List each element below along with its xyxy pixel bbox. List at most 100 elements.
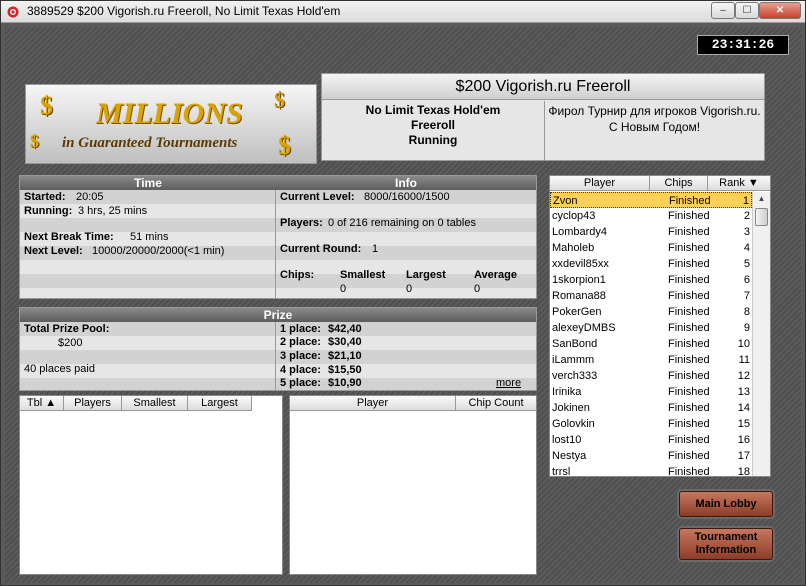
player-status: Finished bbox=[668, 274, 710, 286]
close-button[interactable]: ✕ bbox=[759, 2, 801, 19]
tournament-type: Freeroll bbox=[410, 118, 455, 132]
player-rank: 4 bbox=[743, 242, 750, 254]
chips-largest-value: 0 bbox=[406, 283, 413, 295]
players-value: 0 of 216 remaining on 0 tables bbox=[328, 217, 476, 229]
dollar-sign-icon: $ bbox=[30, 131, 39, 151]
banner-subtitle: in Guaranteed Tournaments bbox=[62, 135, 238, 151]
player-rank: 14 bbox=[737, 402, 750, 414]
player-row[interactable]: lost10 Finished 16 bbox=[550, 432, 752, 448]
col-chip-count[interactable]: Chip Count bbox=[456, 396, 536, 411]
player-row[interactable]: alexeyDMBS Finished 9 bbox=[550, 320, 752, 336]
player-row[interactable]: cyclop43 Finished 2 bbox=[550, 208, 752, 224]
player-row[interactable]: Golovkin Finished 15 bbox=[550, 416, 752, 432]
player-row[interactable]: PokerGen Finished 8 bbox=[550, 304, 752, 320]
prize-place-3-value: $21,10 bbox=[328, 350, 362, 362]
next-level-label: Next Level: bbox=[24, 245, 83, 257]
player-row[interactable]: xxdevil85xx Finished 5 bbox=[550, 256, 752, 272]
player-list-scrollbar[interactable]: ▲ bbox=[752, 192, 770, 476]
player-status: Finished bbox=[668, 226, 710, 238]
player-rank: 9 bbox=[743, 322, 750, 334]
current-level-value: 8000/16000/1500 bbox=[364, 191, 450, 203]
main-lobby-button[interactable]: Main Lobby bbox=[679, 491, 773, 517]
more-prizes-link[interactable]: more bbox=[496, 376, 521, 390]
time-header: Time bbox=[20, 176, 276, 190]
player-rank: 2 bbox=[743, 210, 750, 222]
player-row[interactable]: Nestya Finished 17 bbox=[550, 448, 752, 464]
dollar-sign-icon: $ bbox=[274, 87, 285, 112]
player-name: trrsl bbox=[552, 466, 571, 477]
stripe-row bbox=[20, 378, 536, 390]
player-rank: 13 bbox=[737, 386, 750, 398]
col-players[interactable]: Players bbox=[64, 396, 122, 411]
player-row[interactable]: Irinika Finished 13 bbox=[550, 384, 752, 400]
prize-place-1-value: $42,40 bbox=[328, 323, 362, 335]
player-rank: 17 bbox=[737, 450, 750, 462]
tournament-info-line1: Tournament bbox=[694, 531, 758, 543]
maximize-button[interactable]: ☐ bbox=[735, 2, 759, 19]
player-name: 1skorpion1 bbox=[552, 274, 606, 286]
player-rank: 1 bbox=[742, 195, 749, 207]
minimize-button[interactable]: – bbox=[711, 2, 735, 19]
running-label: Running: bbox=[24, 205, 73, 217]
next-level-value: 10000/20000/2000(<1 min) bbox=[92, 245, 225, 257]
player-name: PokerGen bbox=[552, 306, 602, 318]
started-value: 20:05 bbox=[76, 191, 104, 203]
col-smallest[interactable]: Smallest bbox=[122, 396, 188, 411]
banner-title: MILLIONS bbox=[96, 97, 243, 130]
tournament-description: Фирол Турнир для игроков Vigorish.ru. С … bbox=[544, 101, 764, 160]
player-row[interactable]: 1skorpion1 Finished 6 bbox=[550, 272, 752, 288]
player-row[interactable]: Lombardy4 Finished 3 bbox=[550, 224, 752, 240]
player-status: Finished bbox=[668, 466, 710, 477]
chips-smallest-label: Smallest bbox=[340, 269, 386, 281]
player-list[interactable]: Player Chips Rank ▼ Zvon Finished 1 cyclop4… bbox=[549, 175, 771, 477]
player-name: Irinika bbox=[552, 386, 582, 398]
player-status: Finished bbox=[668, 402, 710, 414]
tournament-lobby-window: 3889529 $200 Vigorish.ru Freeroll, No Li… bbox=[0, 0, 806, 586]
sort-down-icon: ▼ bbox=[744, 177, 759, 189]
player-row[interactable]: Romana88 Finished 7 bbox=[550, 288, 752, 304]
player-row[interactable]: SanBond Finished 10 bbox=[550, 336, 752, 352]
prize-place-3-label: 3 place: bbox=[280, 350, 321, 362]
prize-place-5-label: 5 place: bbox=[280, 377, 321, 389]
column-divider bbox=[275, 190, 276, 298]
column-divider bbox=[275, 322, 276, 390]
player-rank: 8 bbox=[743, 306, 750, 318]
running-value: 3 hrs, 25 mins bbox=[78, 205, 148, 217]
player-row[interactable]: iLammm Finished 11 bbox=[550, 352, 752, 368]
player-name: alexeyDMBS bbox=[552, 322, 616, 334]
player-rank: 5 bbox=[743, 258, 750, 270]
tournament-information-button[interactable]: Tournament Information bbox=[679, 528, 773, 560]
chips-label: Chips: bbox=[280, 269, 315, 281]
col-chips[interactable]: Chips bbox=[650, 176, 708, 191]
chips-average-value: 0 bbox=[474, 283, 481, 295]
tables-list[interactable]: Tbl ▲ Players Smallest Largest bbox=[19, 395, 283, 575]
col-tbl[interactable]: Tbl ▲ bbox=[20, 396, 64, 411]
col-player-name[interactable]: Player bbox=[550, 176, 650, 191]
col-player[interactable]: Player bbox=[290, 396, 456, 411]
player-row[interactable]: Maholeb Finished 4 bbox=[550, 240, 752, 256]
player-row[interactable]: verch333 Finished 12 bbox=[550, 368, 752, 384]
player-rank: 12 bbox=[737, 370, 750, 382]
scroll-up-arrow-icon[interactable]: ▲ bbox=[755, 194, 768, 206]
player-name: Lombardy4 bbox=[552, 226, 608, 238]
title-bar[interactable]: 3889529 $200 Vigorish.ru Freeroll, No Li… bbox=[1, 1, 805, 23]
table-players-list[interactable]: Player Chip Count bbox=[289, 395, 537, 575]
stripe-row bbox=[20, 350, 536, 364]
game-type: No Limit Texas Hold'em bbox=[365, 103, 501, 117]
tournament-summary: $200 Vigorish.ru Freeroll No Limit Texas… bbox=[321, 73, 765, 161]
player-status: Finished bbox=[668, 210, 710, 222]
player-row[interactable]: trrsl Finished 18 bbox=[550, 464, 752, 477]
players-label: Players: bbox=[280, 217, 323, 229]
player-rank: 16 bbox=[737, 434, 750, 446]
col-rank[interactable]: Rank ▼ bbox=[708, 176, 770, 191]
player-rank: 10 bbox=[737, 338, 750, 350]
scrollbar-thumb[interactable] bbox=[755, 208, 768, 226]
tournament-status: Running bbox=[408, 133, 458, 147]
player-row[interactable]: Jokinen Finished 14 bbox=[550, 400, 752, 416]
prize-place-2-value: $30,40 bbox=[328, 336, 362, 348]
sort-up-icon: ▲ bbox=[42, 397, 57, 409]
player-rank: 15 bbox=[737, 418, 750, 430]
player-row[interactable]: Zvon Finished 1 bbox=[550, 192, 752, 208]
col-largest[interactable]: Largest bbox=[188, 396, 252, 411]
chips-average-label: Average bbox=[474, 269, 518, 281]
